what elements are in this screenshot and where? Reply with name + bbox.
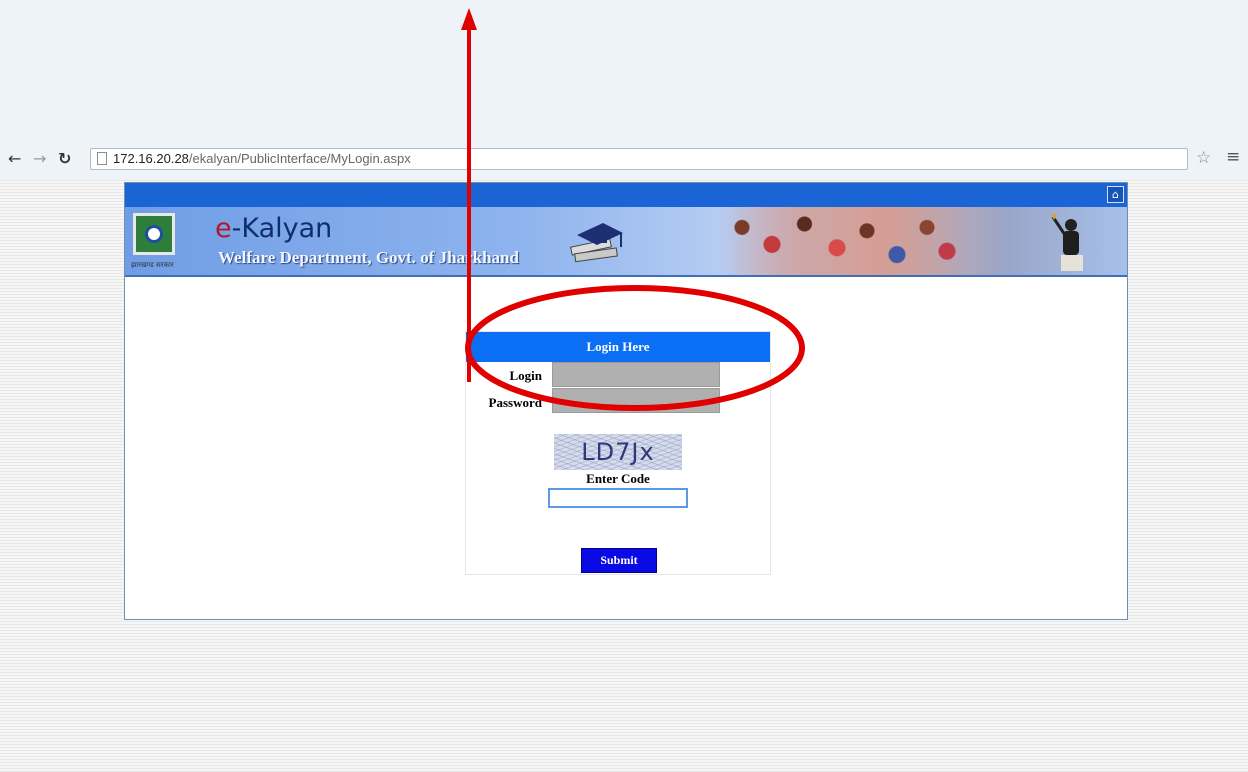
- site-banner: झारखण्ड सरकार e-Kalyan Welfare Departmen…: [125, 207, 1127, 277]
- home-icon[interactable]: ⌂: [1107, 186, 1124, 203]
- site-title: e-Kalyan: [215, 213, 332, 244]
- password-input[interactable]: [552, 388, 720, 413]
- menu-icon[interactable]: ≡: [1226, 147, 1240, 167]
- login-label: Login: [509, 368, 542, 383]
- site-subtitle: Welfare Department, Govt. of Jharkhand: [218, 248, 519, 267]
- site-title-e: e: [215, 213, 232, 244]
- site-top-bar: ⌂: [125, 183, 1127, 207]
- login-panel: Login Here Login Password LD7Jx Enter Co…: [465, 331, 771, 575]
- url-text[interactable]: 172.16.20.28/ekalyan/PublicInterface/MyL…: [113, 151, 411, 166]
- captcha-image: LD7Jx: [554, 434, 682, 470]
- jharkhand-emblem-logo: [133, 213, 175, 255]
- url-path: /ekalyan/PublicInterface/MyLogin.aspx: [188, 151, 411, 166]
- address-bar[interactable]: 172.16.20.28/ekalyan/PublicInterface/MyL…: [90, 148, 1188, 170]
- students-photo: [717, 207, 967, 275]
- graduation-books-icon: [570, 223, 623, 263]
- reload-icon[interactable]: ↻: [58, 149, 71, 168]
- submit-button[interactable]: Submit: [581, 548, 657, 573]
- logo-caption: झारखण्ड सरकार: [131, 261, 174, 269]
- back-arrow-icon[interactable]: ←: [8, 149, 21, 168]
- captcha-code-input[interactable]: [548, 488, 688, 508]
- forward-arrow-icon[interactable]: →: [33, 149, 46, 168]
- site-frame: ⌂ झारखण्ड सरकार e-Kalyan Welfare Departm…: [124, 182, 1128, 620]
- page-icon: [97, 152, 107, 165]
- site-title-rest: -Kalyan: [231, 213, 333, 244]
- browser-toolbar: ← → ↻ 172.16.20.28/ekalyan/PublicInterfa…: [0, 146, 1248, 174]
- page-viewport: ⌂ झारखण्ड सरकार e-Kalyan Welfare Departm…: [0, 180, 1248, 772]
- annotation-arrowhead-icon: [461, 8, 477, 30]
- star-icon[interactable]: ☆: [1196, 148, 1211, 168]
- login-header: Login Here: [466, 332, 770, 362]
- url-host: 172.16.20.28: [113, 151, 189, 166]
- password-label: Password: [488, 395, 542, 410]
- login-input[interactable]: [552, 362, 720, 387]
- enter-code-label: Enter Code: [586, 471, 650, 486]
- statue-image: [1051, 213, 1083, 271]
